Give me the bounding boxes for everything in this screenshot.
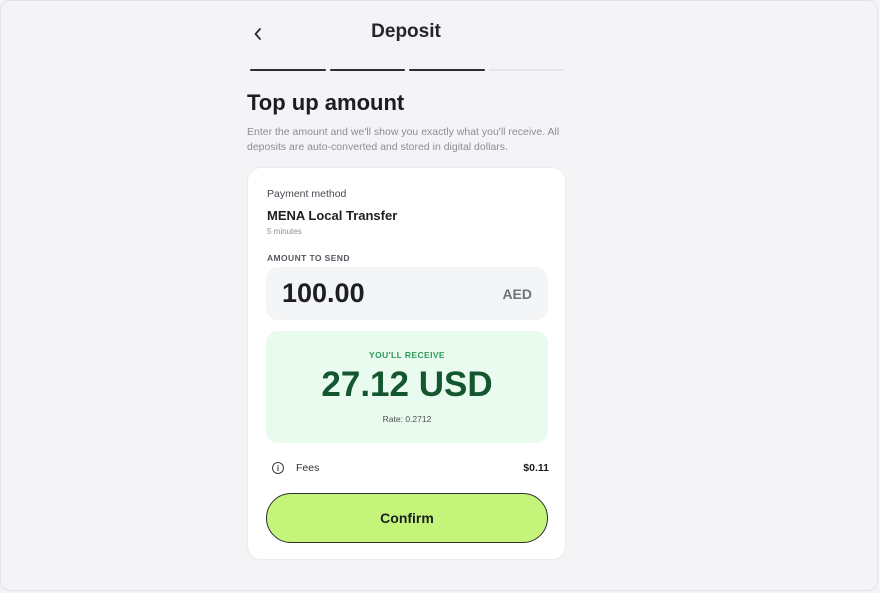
- progress-step-3: [409, 69, 485, 71]
- fees-value: $0.11: [523, 462, 549, 474]
- header: Deposit: [247, 19, 565, 49]
- payment-method-time: 5 minutes: [267, 227, 302, 236]
- progress-step-1: [250, 69, 326, 71]
- step-progress: [250, 69, 564, 72]
- receive-amount: 27.12 USD: [321, 365, 493, 404]
- page-title: Deposit: [371, 21, 441, 42]
- deposit-card: Payment method MENA Local Transfer 5 min…: [247, 167, 566, 560]
- confirm-button[interactable]: Confirm: [266, 493, 548, 543]
- fees-row: i Fees $0.11: [272, 460, 549, 476]
- receive-label: YOU'LL RECEIVE: [369, 350, 445, 360]
- amount-input[interactable]: [282, 278, 462, 309]
- exchange-rate: Rate: 0.2712: [382, 414, 432, 424]
- info-icon[interactable]: i: [272, 462, 284, 474]
- payment-method-name: MENA Local Transfer: [267, 208, 398, 223]
- progress-step-4: [488, 69, 564, 71]
- amount-currency: AED: [502, 285, 532, 302]
- fees-label: Fees: [296, 462, 320, 474]
- amount-field[interactable]: AED: [266, 267, 548, 320]
- payment-method-label: Payment method: [267, 188, 347, 200]
- receive-panel: YOU'LL RECEIVE 27.12 USD Rate: 0.2712: [266, 331, 548, 443]
- amount-label: AMOUNT TO SEND: [267, 253, 350, 263]
- section-description: Enter the amount and we'll show you exac…: [247, 126, 560, 153]
- app-frame: Deposit Top up amount Enter the amount a…: [0, 0, 878, 591]
- section-heading: Top up amount: [247, 90, 405, 115]
- progress-step-2: [329, 69, 405, 71]
